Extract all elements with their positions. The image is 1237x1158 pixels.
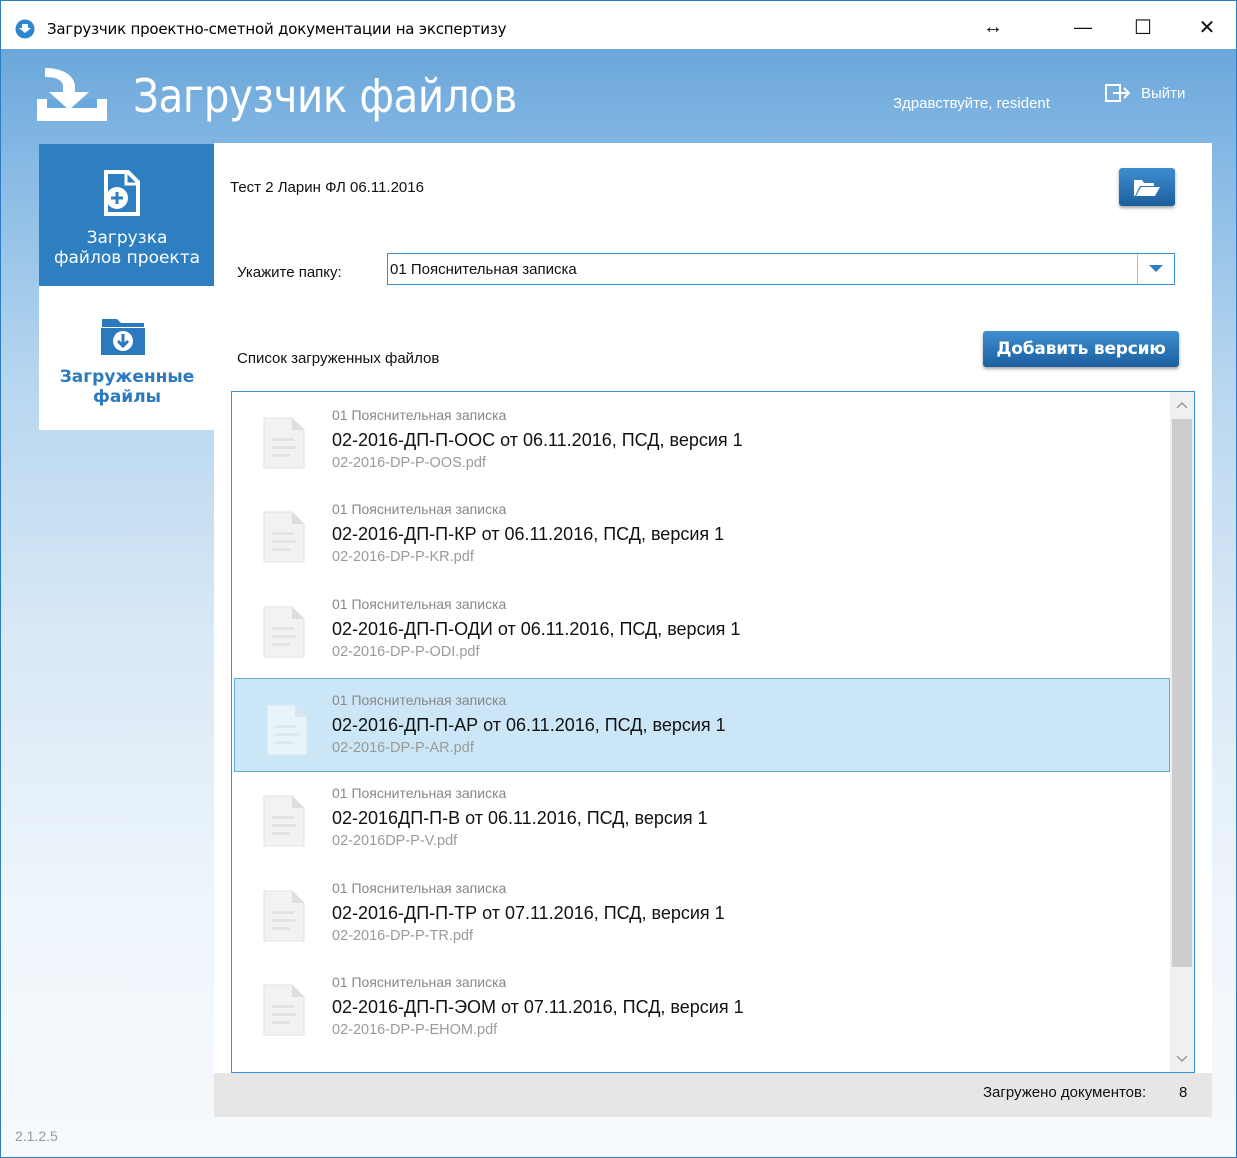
open-folder-icon [1134, 180, 1160, 196]
file-filename: 02-2016-DP-P-EHOM.pdf [332, 1022, 498, 1038]
maximize-button[interactable]: ☐ [1115, 9, 1171, 45]
doc-count-value: 8 [1179, 1084, 1188, 1101]
app-icon [15, 19, 35, 39]
list-item-selected[interactable]: 01 Пояснительная записка 02-2016-ДП-П-АР… [234, 678, 1170, 772]
file-filename: 02-2016-DP-P-OOS.pdf [332, 455, 486, 471]
list-title: Список загруженных файлов [237, 350, 440, 367]
scroll-down-icon[interactable] [1170, 1048, 1194, 1070]
logout-button[interactable]: Выйти [1105, 83, 1185, 103]
file-title: 02-2016-ДП-П-КР от 06.11.2016, ПСД, верс… [332, 524, 725, 544]
sidebar-files-label-1: Загруженные [59, 367, 195, 387]
sidebar-upload-label-2: файлов проекта [53, 248, 201, 268]
user-greeting: Здравствуйте, resident [893, 95, 1050, 112]
sidebar-files-label-2: файлы [92, 387, 162, 407]
document-icon [263, 511, 305, 563]
file-title: 02-2016-ДП-П-ЭОМ от 07.11.2016, ПСД, вер… [332, 997, 744, 1017]
file-filename: 02-2016-DP-P-KR.pdf [332, 549, 474, 565]
app-window: Загрузчик проектно-сметной документации … [0, 0, 1237, 1158]
file-title: 02-2016-ДП-П-ТР от 07.11.2016, ПСД, верс… [332, 903, 725, 923]
list-item[interactable]: 01 Пояснительная записка 02-2016-ДП-П-ТР… [232, 865, 1170, 959]
file-filename: 02-2016-DP-P-AR.pdf [332, 740, 474, 756]
file-filename: 02-2016-DP-P-ODI.pdf [332, 644, 480, 660]
file-filename: 02-2016DP-P-V.pdf [332, 833, 458, 849]
file-folder: 01 Пояснительная записка [332, 880, 507, 896]
sidebar-item-uploaded-files[interactable]: Загруженные файлы [39, 286, 215, 430]
file-list[interactable]: 01 Пояснительная записка 02-2016-ДП-П-ОО… [231, 391, 1195, 1073]
document-icon [263, 606, 305, 658]
doc-count-label: Загружено документов: [983, 1084, 1147, 1101]
file-title: 02-2016ДП-П-В от 06.11.2016, ПСД, версия… [332, 808, 708, 828]
window-title: Загрузчик проектно-сметной документации … [47, 20, 507, 38]
list-item[interactable]: 01 Пояснительная записка 02-2016ДП-П-В о… [232, 770, 1170, 864]
open-folder-button[interactable] [1119, 168, 1175, 206]
download-folder-icon [101, 319, 145, 355]
file-title: 02-2016-ДП-П-ОДИ от 06.11.2016, ПСД, вер… [332, 619, 741, 639]
upload-logo-icon [37, 68, 107, 121]
upload-file-icon [104, 170, 140, 216]
file-title: 02-2016-ДП-П-ООС от 06.11.2016, ПСД, вер… [332, 430, 743, 450]
file-folder: 01 Пояснительная записка [332, 596, 507, 612]
folder-select[interactable]: 01 Пояснительная записка [387, 253, 1175, 285]
chevron-down-icon[interactable] [1137, 254, 1174, 284]
scroll-up-icon[interactable] [1170, 394, 1194, 416]
file-title: 02-2016-ДП-П-АР от 06.11.2016, ПСД, верс… [332, 715, 726, 735]
minimize-button[interactable]: — [1055, 9, 1111, 45]
logout-icon [1105, 84, 1131, 102]
sidebar-upload-label-1: Загрузка [86, 228, 168, 248]
document-icon [263, 795, 305, 847]
close-button[interactable]: ✕ [1179, 9, 1235, 45]
title-bar: Загрузчик проектно-сметной документации … [1, 1, 1236, 49]
file-folder: 01 Пояснительная записка [332, 407, 507, 423]
list-item[interactable]: 01 Пояснительная записка 02-2016-ДП-П-ОО… [232, 392, 1170, 486]
file-folder: 01 Пояснительная записка [332, 974, 507, 990]
document-icon [263, 890, 305, 942]
add-version-button[interactable]: Добавить версию [983, 331, 1179, 367]
document-icon [263, 417, 305, 469]
sidebar-item-upload-files[interactable]: Загрузка файлов проекта [39, 144, 215, 286]
header-title: Загрузчик файлов [133, 69, 517, 123]
file-folder: 01 Пояснительная записка [332, 501, 507, 517]
list-item[interactable]: 01 Пояснительная записка 02-2016-ДП-П-ЭО… [232, 959, 1170, 1053]
file-folder: 01 Пояснительная записка [332, 692, 507, 708]
logout-label: Выйти [1141, 84, 1186, 102]
list-item[interactable]: 01 Пояснительная записка 02-2016-ДП-П-КР… [232, 486, 1170, 580]
document-icon [263, 984, 305, 1036]
document-icon [266, 704, 308, 756]
file-filename: 02-2016-DP-P-TR.pdf [332, 928, 474, 944]
folder-label: Укажите папку: [237, 264, 342, 281]
app-version: 2.1.2.5 [15, 1128, 58, 1144]
scrollbar[interactable] [1170, 392, 1194, 1072]
list-item[interactable]: 01 Пояснительная записка 02-2016-ДП-П-ОД… [232, 581, 1170, 675]
resize-icon[interactable]: ↔ [965, 9, 1021, 45]
scroll-thumb[interactable] [1172, 419, 1192, 967]
file-folder: 01 Пояснительная записка [332, 785, 507, 801]
folder-select-value: 01 Пояснительная записка [390, 261, 577, 278]
project-name: Тест 2 Ларин ФЛ 06.11.2016 [230, 179, 424, 196]
